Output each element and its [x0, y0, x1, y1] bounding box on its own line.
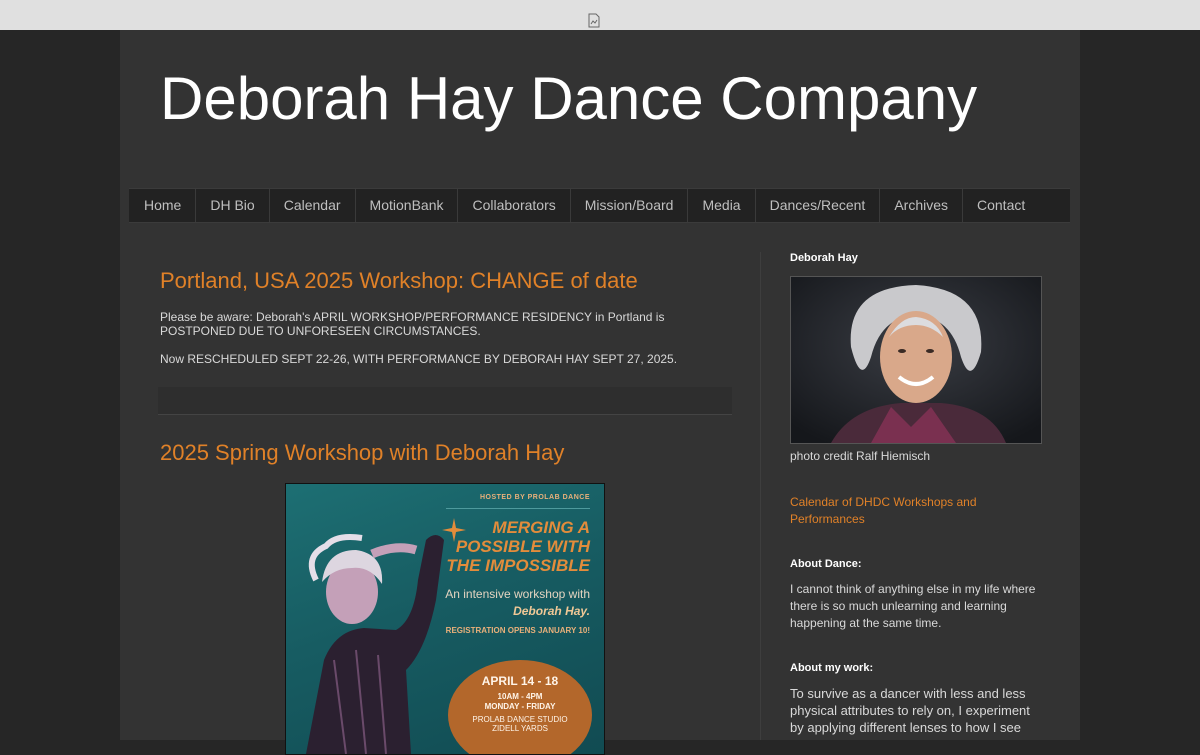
poster-days: MONDAY - FRIDAY: [484, 702, 556, 711]
main-nav: Home DH Bio Calendar MotionBank Collabor…: [129, 188, 1070, 223]
poster-sub-prefix: An intensive workshop with: [445, 587, 590, 601]
nav-contact[interactable]: Contact: [963, 189, 1039, 222]
poster-date-badge: APRIL 14 - 18 10AM - 4PM MONDAY - FRIDAY…: [448, 660, 592, 754]
browser-top-bar: [0, 0, 1200, 30]
site-title[interactable]: Deborah Hay Dance Company: [160, 64, 977, 133]
poster-hours: 10AM - 4PM: [497, 692, 543, 701]
photo-credit: photo credit Ralf Hiemisch: [790, 449, 931, 463]
about-work-heading: About my work:: [790, 662, 874, 674]
about-work-text: To survive as a dancer with less and les…: [790, 686, 1030, 735]
poster-studio: PROLAB DANCE STUDIO: [472, 715, 568, 724]
poster-sub-name: Deborah Hay.: [513, 604, 590, 618]
post-paragraph: Now RESCHEDULED SEPT 22-26, WITH PERFORM…: [160, 352, 678, 366]
post-paragraph: Please be aware: Deborah's APRIL WORKSHO…: [160, 310, 665, 338]
post-footer: [158, 387, 732, 415]
broken-image-icon: [588, 13, 600, 28]
nav-dances-recent[interactable]: Dances/Recent: [756, 189, 881, 222]
portrait-image: [791, 277, 1041, 443]
poster-subtitle: An intensive workshop with Deborah Hay.: [420, 586, 590, 620]
nav-dh-bio[interactable]: DH Bio: [196, 189, 270, 222]
nav-calendar[interactable]: Calendar: [270, 189, 356, 222]
deborah-hay-photo: [790, 276, 1042, 444]
about-dance-heading: About Dance:: [790, 558, 862, 570]
poster-venue: ZIDELL YARDS: [492, 724, 548, 733]
nav-media[interactable]: Media: [688, 189, 756, 222]
poster-hosted-by: HOSTED BY PROLAB DANCE: [479, 494, 590, 501]
nav-archives[interactable]: Archives: [880, 189, 963, 222]
column-divider: [760, 252, 761, 740]
post-title-portland[interactable]: Portland, USA 2025 Workshop: CHANGE of d…: [160, 268, 638, 294]
post-title-spring-workshop[interactable]: 2025 Spring Workshop with Deborah Hay: [160, 440, 564, 466]
poster-rule: [446, 508, 590, 509]
workshop-poster[interactable]: HOSTED BY PROLAB DANCE MERGING A POSSIBL…: [285, 483, 605, 755]
nav-mission-board[interactable]: Mission/Board: [571, 189, 689, 222]
nav-home[interactable]: Home: [129, 189, 197, 222]
poster-headline: MERGING A POSSIBLE WITH THE IMPOSSIBLE: [446, 518, 590, 575]
page-container: Deborah Hay Dance Company Home DH Bio Ca…: [120, 30, 1080, 755]
poster-dates: APRIL 14 - 18: [481, 674, 559, 688]
about-dance-text: I cannot think of anything else in my li…: [790, 582, 1036, 630]
nav-collaborators[interactable]: Collaborators: [458, 189, 571, 222]
calendar-link[interactable]: Calendar of DHDC Workshops and Performan…: [790, 494, 990, 528]
sidebar-heading-deborah-hay: Deborah Hay: [790, 252, 858, 264]
poster-registration: REGISTRATION OPENS JANUARY 10!: [445, 626, 590, 635]
nav-motionbank[interactable]: MotionBank: [356, 189, 459, 222]
